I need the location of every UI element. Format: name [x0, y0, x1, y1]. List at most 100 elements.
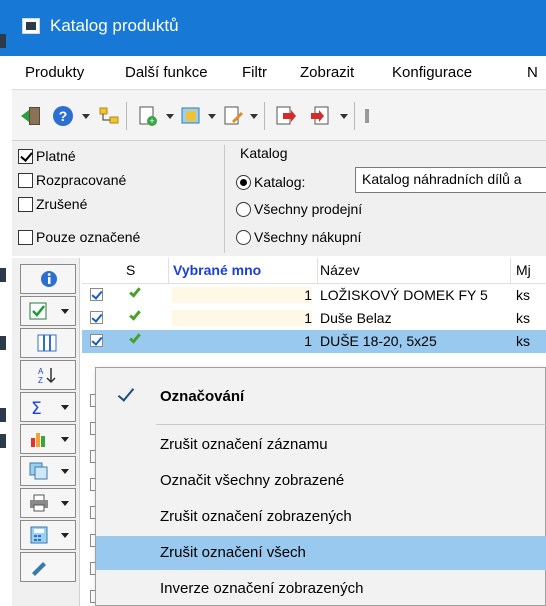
radio-button[interactable]	[236, 230, 251, 245]
new-dropdown-icon[interactable]	[166, 114, 174, 119]
chart-button[interactable]	[20, 424, 76, 454]
menu-more[interactable]: N	[527, 64, 538, 81]
import-icon[interactable]	[310, 105, 332, 127]
print-button[interactable]	[20, 488, 76, 518]
info-button[interactable]	[20, 264, 76, 294]
sort-az-icon: A Z	[38, 367, 56, 384]
sort-button[interactable]: A Z	[20, 360, 76, 390]
tree-icon[interactable]	[98, 105, 120, 127]
menu-dalsi-funkce[interactable]: Další funkce	[125, 64, 208, 81]
checkbox-zrusene[interactable]	[18, 197, 33, 212]
chevron-down-icon	[61, 309, 69, 314]
edit-dropdown-icon[interactable]	[250, 114, 258, 119]
exit-icon[interactable]	[20, 105, 42, 127]
column-divider	[168, 258, 169, 284]
chevron-down-icon	[61, 533, 69, 538]
table-row[interactable]: 1 LOŽISKOVÝ DOMEK FY 5 ks	[82, 284, 546, 307]
menu-item-zrusit-oznaceni-zobrazenych[interactable]: Zrušit označení zobrazených	[96, 500, 546, 534]
row-checkbox[interactable]	[90, 311, 103, 324]
menu-item-label: Označování	[160, 388, 245, 405]
grid-dropdown-icon[interactable]	[208, 114, 216, 119]
radio-label: Všechny prodejní	[254, 201, 363, 217]
menu-item-oznacit-vsechny-zobrazene[interactable]: Označit všechny zobrazené	[96, 464, 546, 498]
menu-produkty[interactable]: Produkty	[25, 64, 84, 81]
info-icon	[41, 271, 57, 287]
row-checkbox[interactable]	[90, 334, 103, 347]
unit-cell: ks	[516, 333, 530, 349]
chevron-down-icon	[61, 469, 69, 474]
more-tools-icon[interactable]	[362, 105, 384, 127]
edit-button[interactable]	[20, 552, 76, 582]
column-header-s[interactable]: S	[126, 262, 135, 278]
calculator-button[interactable]	[20, 520, 76, 550]
check-icon	[117, 384, 135, 402]
radio-button[interactable]	[236, 175, 251, 190]
catalog-select[interactable]: Katalog náhradních dílů a	[355, 167, 546, 193]
svg-text:Z: Z	[38, 376, 43, 384]
toolbar-separator	[264, 102, 265, 130]
side-toolbar: A Z Σ	[12, 258, 80, 606]
edge-mark	[0, 34, 6, 48]
row-checkbox[interactable]	[90, 288, 103, 301]
edit-document-icon[interactable]	[222, 105, 244, 127]
menu-item-label: Zrušit označení všech	[160, 544, 306, 561]
checkbox-pouze-oznacene[interactable]	[18, 230, 33, 245]
window-title: Katalog produktů	[50, 16, 179, 35]
menu-item-label: Inverze označení zobrazených	[160, 580, 364, 597]
columns-button[interactable]	[20, 328, 76, 358]
new-document-icon[interactable]: +	[136, 105, 158, 127]
filter-panel: Platné Rozpracované Zrušené Pouze označe…	[12, 141, 546, 256]
radio-button[interactable]	[236, 202, 251, 217]
name-cell: LOŽISKOVÝ DOMEK FY 5	[320, 287, 488, 303]
chevron-down-icon	[61, 405, 69, 410]
quantity-cell: 1	[172, 287, 312, 303]
menu-filtr[interactable]: Filtr	[242, 64, 267, 81]
column-divider	[510, 258, 511, 284]
radio-label: Všechny nákupní	[254, 229, 362, 245]
menu-item-inverze-oznaceni[interactable]: Inverze označení zobrazených	[96, 572, 546, 606]
column-header-mj[interactable]: Mj	[516, 262, 531, 278]
divider	[224, 145, 225, 253]
grid-settings-icon[interactable]	[180, 105, 202, 127]
menu-zobrazit[interactable]: Zobrazit	[300, 64, 354, 81]
help-dropdown-icon[interactable]	[82, 114, 90, 119]
checkbox-checked-icon	[29, 302, 47, 320]
grid-header: S Vybrané mno Název Mj	[82, 258, 546, 284]
svg-text:?: ?	[59, 108, 68, 124]
checkbox-label: Zrušené	[36, 196, 88, 212]
app-icon	[22, 18, 40, 34]
svg-text:Σ: Σ	[31, 399, 42, 416]
help-icon[interactable]: ?	[52, 105, 74, 127]
mark-button[interactable]	[20, 296, 76, 326]
toolbar-separator	[354, 102, 355, 130]
checkbox-platne[interactable]	[18, 149, 33, 164]
chevron-down-icon	[61, 437, 69, 442]
bar-chart-icon	[31, 433, 45, 447]
toolbar: ? +	[12, 89, 546, 141]
table-row[interactable]: 1 Duše Belaz ks	[82, 307, 546, 330]
svg-text:A: A	[38, 367, 44, 376]
columns-icon	[37, 334, 57, 352]
import-dropdown-icon[interactable]	[340, 114, 348, 119]
menu-item-zrusit-oznaceni-vsech[interactable]: Zrušit označení všech	[96, 536, 546, 570]
table-row-selected[interactable]: 1 DUŠE 18-20, 5x25 ks	[82, 330, 546, 353]
menu-item-oznacovani[interactable]: Označování	[96, 380, 546, 414]
menu-item-zrusit-oznaceni-zaznamu[interactable]: Zrušit označení záznamu	[96, 428, 546, 462]
copy-button[interactable]	[20, 456, 76, 486]
menu-separator	[156, 424, 546, 425]
quantity-cell: 1	[304, 333, 312, 349]
menu-item-label: Zrušit označení zobrazených	[160, 508, 352, 525]
radio-label: Katalog:	[254, 174, 306, 190]
status-ok-icon	[129, 308, 141, 321]
sum-button[interactable]: Σ	[20, 392, 76, 422]
title-bar: Katalog produktů	[0, 0, 546, 56]
printer-icon	[30, 494, 48, 512]
sigma-icon: Σ	[31, 399, 42, 416]
menu-item-label: Označit všechny zobrazené	[160, 472, 345, 489]
edge-mark	[0, 434, 6, 448]
checkbox-rozpracovane[interactable]	[18, 173, 33, 188]
menu-konfigurace[interactable]: Konfigurace	[392, 64, 472, 81]
export-icon[interactable]	[274, 105, 296, 127]
column-header-vybrane[interactable]: Vybrané mno	[173, 262, 313, 278]
column-header-nazev[interactable]: Název	[320, 262, 360, 278]
